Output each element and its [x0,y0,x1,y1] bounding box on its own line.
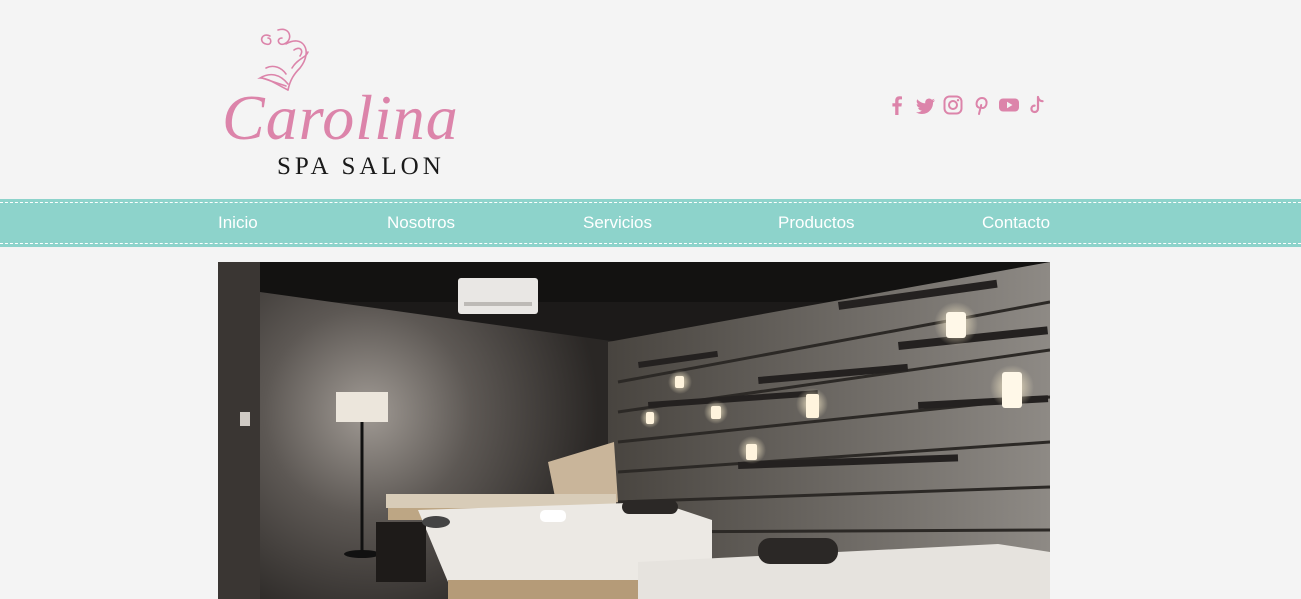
spa-room-photo [218,262,1050,599]
instagram-icon [943,95,963,115]
social-links [886,93,1048,117]
nav-item-inicio[interactable]: Inicio [218,213,258,233]
twitter-link[interactable] [914,93,936,117]
youtube-icon [999,98,1019,112]
main-navigation: Inicio Nosotros Servicios Productos Cont… [0,199,1301,247]
brand-name: Carolina [222,82,459,153]
nav-item-contacto[interactable]: Contacto [982,213,1050,233]
hero-image [218,262,1050,599]
site-header: Carolina SPA SALON [0,0,1301,199]
instagram-link[interactable] [942,93,964,117]
facebook-icon [892,96,902,115]
youtube-link[interactable] [998,93,1020,117]
brand-tagline: SPA SALON [277,153,445,180]
nav-item-productos[interactable]: Productos [778,213,855,233]
logo[interactable]: Carolina SPA SALON [222,28,492,188]
facebook-link[interactable] [886,93,908,117]
tiktok-icon [1030,95,1044,114]
tiktok-link[interactable] [1026,93,1048,117]
pinterest-link[interactable] [970,93,992,117]
nav-item-servicios[interactable]: Servicios [583,213,652,233]
nav-item-nosotros[interactable]: Nosotros [387,213,455,233]
pinterest-icon [975,96,988,115]
twitter-icon [916,98,935,114]
